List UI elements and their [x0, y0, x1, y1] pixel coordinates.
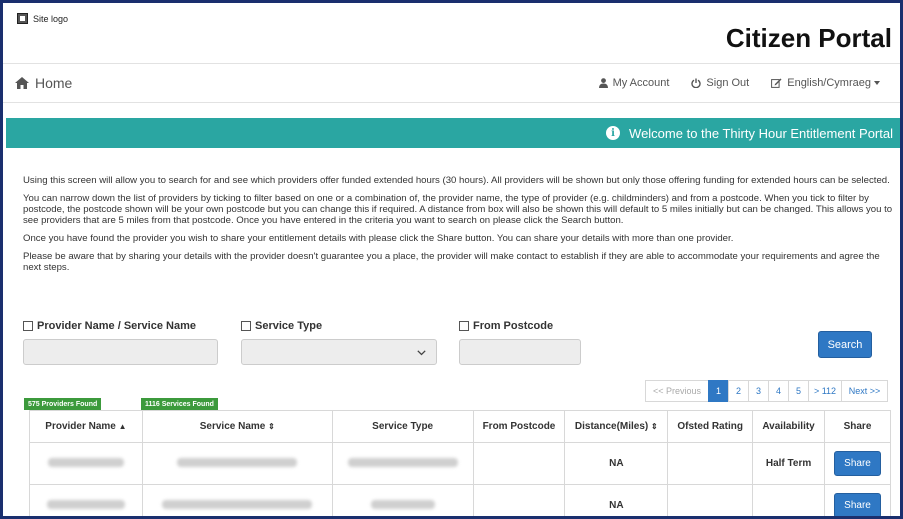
- from-postcode-label-text: From Postcode: [473, 320, 554, 332]
- page-frame: Site logo Citizen Portal Home My Account…: [0, 0, 903, 519]
- availability-cell: Half Term: [752, 442, 825, 485]
- sign-out-link[interactable]: Sign Out: [691, 77, 749, 89]
- provider-name-header: Provider Name: [45, 421, 116, 432]
- intro-paragraph-3: Once you have found the provider you wis…: [23, 233, 734, 244]
- caret-down-icon: [874, 81, 880, 85]
- from-postcode-filter: From Postcode: [459, 320, 581, 365]
- language-dropdown[interactable]: English/Cymraeg: [771, 77, 880, 89]
- column-distance[interactable]: Distance(Miles) ⇕: [564, 410, 669, 443]
- home-link[interactable]: Home: [15, 75, 72, 91]
- user-icon: [598, 78, 608, 88]
- pagination-page-5[interactable]: 5: [788, 380, 809, 402]
- intro-text: Using this screen will allow you to sear…: [23, 175, 893, 280]
- pagination-previous[interactable]: << Previous: [645, 380, 709, 402]
- intro-paragraph-4: Please be aware that by sharing your det…: [23, 251, 880, 273]
- search-filters: Provider Name / Service Name Service Typ…: [23, 320, 893, 370]
- language-label: English/Cymraeg: [787, 77, 871, 89]
- from-postcode-input[interactable]: [459, 339, 581, 365]
- share-button[interactable]: Share: [834, 451, 881, 476]
- power-icon: [691, 78, 702, 88]
- column-from-postcode: From Postcode: [472, 410, 566, 443]
- pagination-page-2[interactable]: 2: [728, 380, 749, 402]
- pagination-page-1[interactable]: 1: [708, 380, 729, 402]
- pagination: << Previous 1 2 3 4 5 > 112 Next >>: [645, 380, 888, 402]
- distance-header: Distance(Miles): [574, 421, 649, 432]
- pagination-page-112[interactable]: > 112: [808, 380, 842, 402]
- service-type-select[interactable]: [241, 339, 437, 365]
- portal-title: Citizen Portal: [725, 23, 892, 53]
- sort-icon: ⇕: [651, 422, 658, 431]
- intro-paragraph-1: Using this screen will allow you to sear…: [23, 175, 890, 186]
- site-logo[interactable]: Site logo: [17, 13, 68, 24]
- column-service-type: Service Type: [331, 410, 474, 443]
- info-icon: i: [606, 126, 621, 140]
- service-type-filter: Service Type: [241, 320, 437, 365]
- redacted-text: [47, 457, 124, 467]
- provider-name-label-text: Provider Name / Service Name: [37, 320, 196, 332]
- site-logo-text: Site logo: [33, 13, 69, 24]
- share-cell: Share: [824, 442, 891, 485]
- provider-name-cell: [29, 442, 143, 485]
- service-name-cell: [141, 442, 333, 485]
- top-navbar: Home My Account Sign Out English/Cymraeg: [3, 63, 900, 103]
- intro-paragraph-2: You can narrow down the list of provider…: [23, 193, 893, 226]
- providers-table: Provider Name ▲ Service Name ⇕ Service T…: [29, 410, 891, 516]
- pagination-next[interactable]: Next >>: [841, 380, 888, 402]
- provider-name-filter-label[interactable]: Provider Name / Service Name: [23, 320, 218, 332]
- home-label: Home: [35, 75, 73, 91]
- from-postcode-cell: [472, 442, 566, 485]
- service-type-cell: [331, 442, 474, 485]
- redacted-text: [177, 457, 298, 467]
- ofsted-rating-cell: [667, 442, 754, 485]
- column-share: Share: [824, 410, 891, 443]
- distance-cell: NA: [564, 442, 669, 485]
- column-service-name[interactable]: Service Name ⇕: [141, 410, 333, 443]
- pagination-page-3[interactable]: 3: [748, 380, 769, 402]
- from-postcode-cell: [472, 484, 566, 516]
- redacted-text: [347, 457, 458, 467]
- redacted-text: [162, 499, 313, 509]
- sign-out-label: Sign Out: [706, 77, 750, 89]
- service-type-label-text: Service Type: [255, 320, 323, 332]
- chevron-down-icon: [417, 350, 426, 356]
- service-name-cell: [141, 484, 333, 516]
- edit-icon: [771, 78, 782, 88]
- providers-found-badge: 575 Providers Found: [24, 398, 102, 410]
- service-name-header: Service Name: [199, 421, 266, 432]
- from-postcode-filter-label[interactable]: From Postcode: [459, 320, 581, 332]
- table-row: NA Share: [29, 484, 891, 516]
- welcome-banner: i Welcome to the Thirty Hour Entitlement…: [6, 118, 900, 148]
- share-button[interactable]: Share: [834, 493, 881, 516]
- provider-name-input[interactable]: [23, 339, 218, 365]
- service-type-cell: [331, 484, 474, 516]
- column-ofsted-rating: Ofsted Rating: [667, 410, 754, 443]
- sort-asc-icon: ▲: [118, 422, 127, 431]
- from-postcode-checkbox[interactable]: [459, 321, 469, 331]
- search-button[interactable]: Search: [818, 331, 872, 358]
- redacted-text: [46, 499, 125, 509]
- my-account-link[interactable]: My Account: [598, 77, 670, 89]
- column-provider-name[interactable]: Provider Name ▲: [29, 410, 143, 443]
- service-type-filter-label[interactable]: Service Type: [241, 320, 437, 332]
- redacted-text: [370, 499, 435, 509]
- column-availability: Availability: [752, 410, 825, 443]
- my-account-label: My Account: [612, 77, 670, 89]
- account-links: My Account Sign Out English/Cymraeg: [577, 77, 880, 89]
- home-icon: [15, 77, 29, 89]
- services-found-badge: 1116 Services Found: [141, 398, 218, 410]
- logo-image-icon: [17, 13, 28, 24]
- service-type-checkbox[interactable]: [241, 321, 251, 331]
- pagination-page-4[interactable]: 4: [768, 380, 789, 402]
- distance-cell: NA: [564, 484, 669, 516]
- share-cell: Share: [824, 484, 891, 516]
- provider-name-cell: [29, 484, 143, 516]
- sort-icon: ⇕: [268, 422, 275, 431]
- ofsted-rating-cell: [667, 484, 754, 516]
- table-header-row: Provider Name ▲ Service Name ⇕ Service T…: [29, 410, 891, 443]
- table-row: NA Half Term Share: [29, 442, 891, 485]
- welcome-text: Welcome to the Thirty Hour Entitlement P…: [629, 125, 893, 141]
- provider-name-checkbox[interactable]: [23, 321, 33, 331]
- provider-name-filter: Provider Name / Service Name: [23, 320, 218, 365]
- availability-cell: [752, 484, 825, 516]
